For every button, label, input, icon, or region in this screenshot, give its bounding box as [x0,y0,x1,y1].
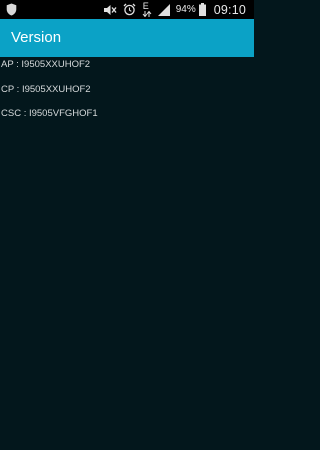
page-title: Version [11,29,62,46]
clock: 09:10 [213,2,246,17]
signal-icon [157,3,170,16]
app-bar: Version [0,19,254,57]
screen: E 94% 09:10 Version AP: I9505XXUHOF2 CP… [0,0,254,450]
version-row-cp: CP : I9505XXUHOF2 [1,84,91,95]
alarm-icon [123,3,136,16]
status-bar: E 94% 09:10 [0,0,254,19]
version-row-csc: CSC : I9505VFGHOF1 [1,108,98,119]
mute-icon [103,4,117,16]
network-type-label: E [142,1,149,11]
battery-percent: 94% [175,4,196,15]
status-icons: E 94% 09:10 [103,1,246,18]
network-type-icon: E [142,2,152,17]
shield-icon [6,3,17,16]
version-row-ap: AP : I9505XXUHOF2 [1,59,91,70]
battery-icon [198,3,206,16]
